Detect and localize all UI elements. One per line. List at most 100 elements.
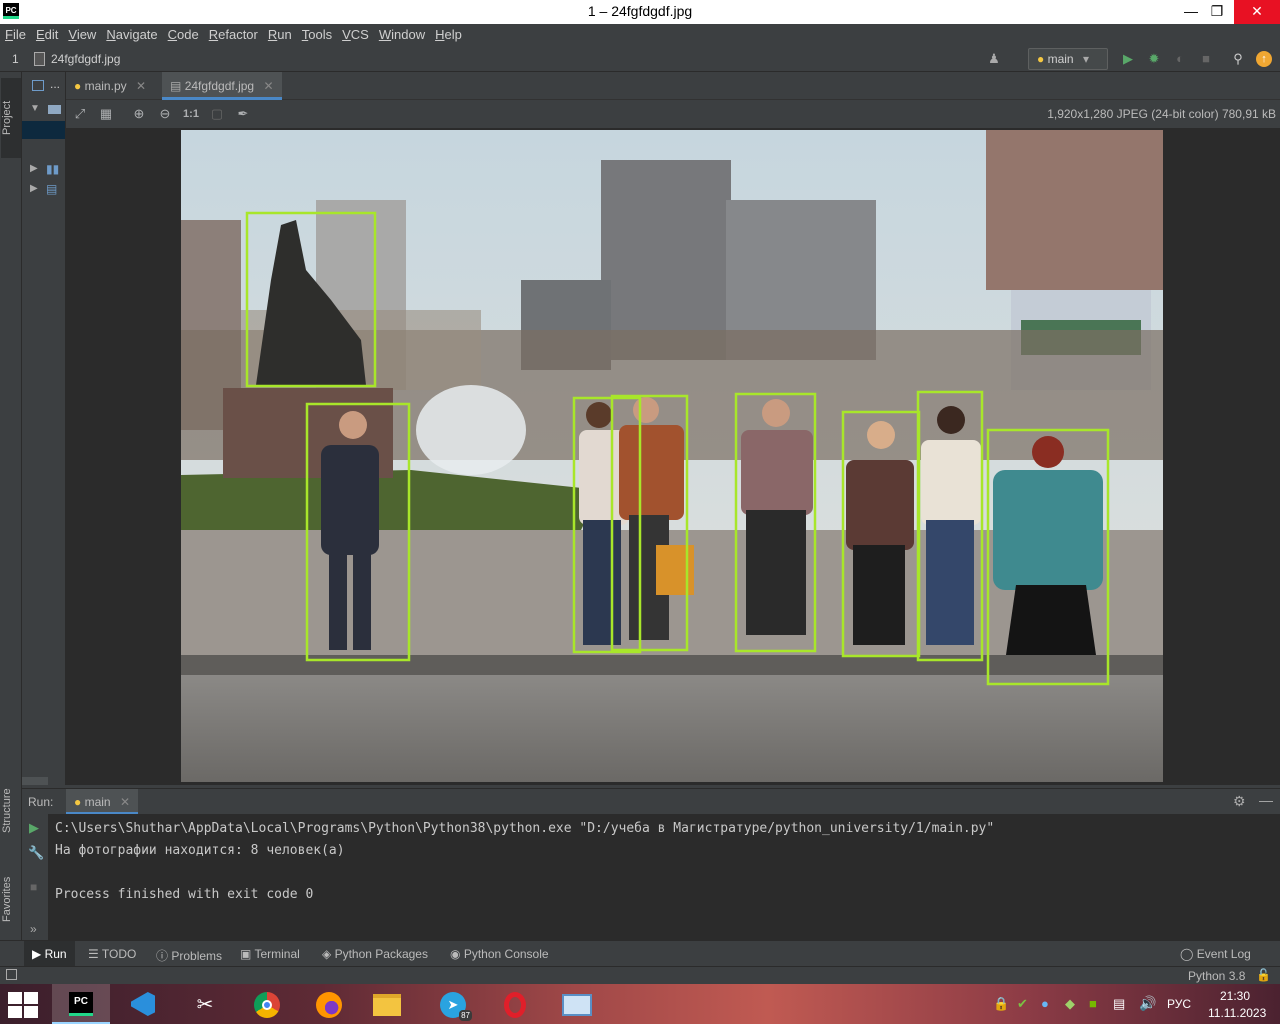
taskbar-snipping[interactable]: ✂ [176, 984, 234, 1024]
menu-file[interactable]: File [0, 24, 31, 46]
clock-time[interactable]: 21:30 [1220, 989, 1250, 1003]
lock-icon[interactable]: 🔓 [1256, 968, 1271, 982]
taskbar-explorer[interactable] [358, 984, 416, 1024]
tab-main-py[interactable]: ● main.py ✕ [66, 72, 154, 100]
menu-window[interactable]: Window [374, 24, 430, 46]
close-tab-icon[interactable]: ✕ [136, 79, 146, 93]
chevron-down-icon: ▾ [1082, 52, 1089, 66]
menu-code[interactable]: Code [163, 24, 204, 46]
tab-image[interactable]: ▤ 24fgfdgdf.jpg ✕ [162, 72, 282, 100]
chevron-down-icon[interactable]: ▼ [30, 103, 40, 114]
panel-icon[interactable] [32, 80, 44, 91]
coverage-icon[interactable]: ◐ [1171, 50, 1189, 68]
user-icon[interactable]: ♟ [985, 50, 1003, 68]
bottom-tool-tabs: ▶ Run ☰ TODO ⓘ Problems ▣ Terminal ◈ Pyt… [0, 940, 1280, 967]
vscode-icon [131, 992, 155, 1016]
stop-icon[interactable]: ■ [30, 880, 37, 894]
taskbar-control-panel[interactable] [548, 984, 606, 1024]
tray-lock-icon[interactable]: 🔒 [993, 996, 1009, 1012]
chrome-icon [254, 992, 280, 1018]
image-info: 1,920x1,280 JPEG (24-bit color) 780,91 k… [1047, 107, 1276, 121]
actual-size-button[interactable]: 1:1 [182, 105, 200, 123]
breadcrumb-project[interactable]: 1 [12, 52, 19, 66]
scratches-icon: ▤ [46, 182, 58, 196]
close-tab-icon[interactable]: ✕ [263, 79, 273, 93]
close-tab-icon[interactable]: ✕ [120, 795, 130, 809]
tool-tab-todo[interactable]: ☰ TODO [80, 941, 144, 967]
chevron-right-icon[interactable]: ▶ [30, 163, 38, 174]
run-icon[interactable]: ▶ [1119, 50, 1137, 68]
tray-shield-icon[interactable]: ✔ [1017, 996, 1028, 1012]
tray-globe-icon[interactable]: ● [1041, 996, 1049, 1011]
console-line: C:\Users\Shuthar\AppData\Local\Programs\… [55, 821, 995, 836]
project-tool-tab[interactable]: Project [1, 78, 21, 158]
folder-icon [48, 105, 61, 114]
menu-navigate[interactable]: Navigate [101, 24, 162, 46]
menu-view[interactable]: View [63, 24, 101, 46]
update-icon[interactable]: ↑ [1256, 51, 1272, 67]
tray-network-icon[interactable]: ▤ [1113, 996, 1125, 1012]
more-icon[interactable]: » [30, 922, 37, 936]
favorites-tool-tab[interactable]: Favorites [1, 864, 21, 934]
breadcrumb-file[interactable]: 24fgfdgdf.jpg [51, 52, 120, 66]
tool-tab-terminal[interactable]: ▣ Terminal [232, 941, 308, 967]
settings-gear-icon[interactable]: ⚙ [1233, 793, 1246, 810]
debug-icon[interactable]: ✹ [1145, 50, 1163, 68]
tool-tab-python-packages[interactable]: ◈ Python Packages [314, 941, 436, 967]
menu-refactor[interactable]: Refactor [204, 24, 263, 46]
tray-app-icon[interactable]: ◆ [1065, 996, 1075, 1012]
tool-tab-label: Event Log [1196, 947, 1251, 961]
taskbar-opera[interactable] [486, 984, 544, 1024]
menu-run[interactable]: Run [263, 24, 297, 46]
fit-zoom-icon[interactable]: ▢ [208, 105, 226, 123]
menu-edit[interactable]: Edit [31, 24, 63, 46]
tool-tab-problems[interactable]: ⓘ Problems [148, 941, 230, 967]
tool-tab-run[interactable]: ▶ Run [24, 941, 75, 967]
info-icon: ⓘ [156, 949, 169, 963]
project-panel-dots[interactable]: ... [50, 77, 60, 91]
tab-label: main.py [84, 79, 127, 93]
zoom-in-icon[interactable]: ⊕ [130, 105, 148, 123]
external-libraries-icon: ▮▮ [46, 162, 60, 176]
color-picker-icon[interactable]: ✒ [234, 105, 252, 123]
run-console[interactable]: C:\Users\Shuthar\AppData\Local\Programs\… [48, 814, 1280, 940]
menu-tools[interactable]: Tools [297, 24, 337, 46]
scissors-icon: ✂ [196, 994, 214, 1016]
rerun-icon[interactable]: ▶ [29, 820, 39, 836]
taskbar-chrome[interactable] [238, 984, 296, 1024]
python-interpreter[interactable]: Python 3.8 [1188, 969, 1245, 983]
tray-volume-icon[interactable]: 🔊 [1139, 995, 1156, 1012]
run-icon: ▶ [32, 947, 42, 961]
language-indicator[interactable]: РУС [1167, 997, 1191, 1011]
tray-nvidia-icon[interactable]: ■ [1089, 996, 1097, 1011]
grid-icon[interactable]: ▦ [97, 105, 115, 123]
taskbar-firefox[interactable] [300, 984, 358, 1024]
search-icon[interactable]: ⚲ [1229, 50, 1247, 68]
clock-date[interactable]: 11.11.2023 [1208, 1006, 1266, 1020]
close-button[interactable]: ✕ [1234, 0, 1280, 24]
editor-tabs: ● main.py ✕ ▤ 24fgfdgdf.jpg ✕ [66, 72, 1280, 100]
run-tab-main[interactable]: ● main ✕ [66, 789, 139, 815]
hide-panel-icon[interactable]: — [1259, 792, 1273, 808]
stop-icon[interactable]: ■ [1197, 50, 1215, 68]
tool-windows-icon[interactable] [6, 969, 17, 980]
menu-vcs[interactable]: VCS [337, 24, 374, 46]
tool-tab-python-console[interactable]: ◉ Python Console [442, 941, 557, 967]
horizontal-scrollbar[interactable] [22, 777, 48, 785]
taskbar-telegram[interactable]: ➤ 87 [424, 984, 482, 1024]
menu-help[interactable]: Help [430, 24, 467, 46]
python-console-icon: ◉ [450, 947, 461, 961]
selected-tree-row[interactable] [22, 121, 65, 139]
image-file-icon [34, 52, 45, 66]
chevron-right-icon[interactable]: ▶ [30, 183, 38, 194]
structure-tool-tab[interactable]: Structure [1, 780, 21, 842]
windows-start-icon[interactable] [8, 992, 38, 1018]
fit-icon[interactable]: ⤢ [71, 105, 89, 123]
telegram-badge: 87 [459, 1010, 472, 1021]
zoom-out-icon[interactable]: ⊖ [156, 105, 174, 123]
run-config-selector[interactable]: ● main ▾ [1028, 48, 1108, 70]
taskbar-pycharm[interactable]: PC [52, 984, 110, 1024]
event-log-tab[interactable]: ◯ Event Log [1172, 941, 1259, 967]
wrench-icon[interactable]: 🔧 [28, 845, 44, 861]
taskbar-vscode[interactable] [114, 984, 172, 1024]
